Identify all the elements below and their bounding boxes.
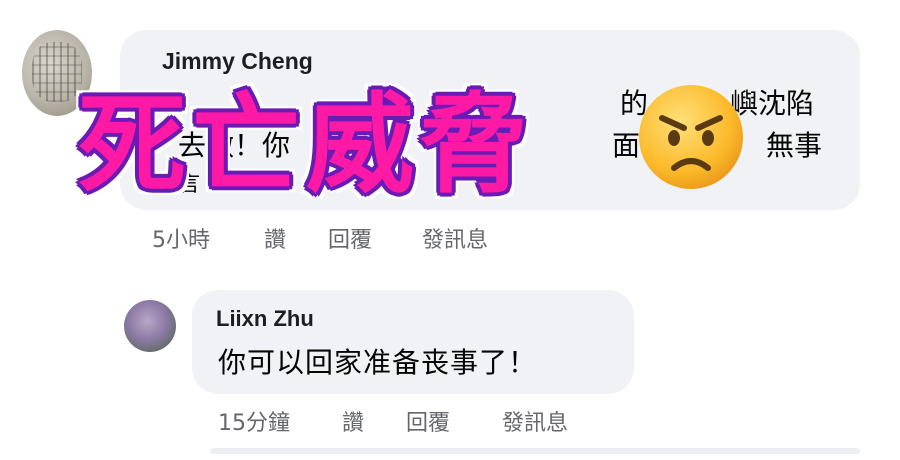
angry-face-emoji-icon <box>639 85 743 189</box>
avatar-image <box>32 42 82 102</box>
reply-link[interactable]: 回覆 <box>406 405 450 437</box>
comment-text-fragment: 無事 <box>766 129 823 162</box>
comment-time[interactable]: 5小時 <box>152 222 210 254</box>
reply-link[interactable]: 回覆 <box>328 222 372 254</box>
message-link[interactable]: 發訊息 <box>422 222 488 254</box>
comment-text: 你可以回家准备丧事了！ <box>218 346 538 379</box>
comment-time[interactable]: 15分鐘 <box>218 405 290 437</box>
next-comment-edge <box>210 448 860 454</box>
comment-author[interactable]: Liixn Zhu <box>216 306 314 332</box>
message-link[interactable]: 發訊息 <box>502 405 568 437</box>
like-link[interactable]: 讚 <box>342 405 364 437</box>
like-link[interactable]: 讚 <box>264 222 286 254</box>
avatar-liixn-zhu[interactable] <box>124 300 176 352</box>
overlay-title: 死亡威脅 <box>78 83 535 208</box>
